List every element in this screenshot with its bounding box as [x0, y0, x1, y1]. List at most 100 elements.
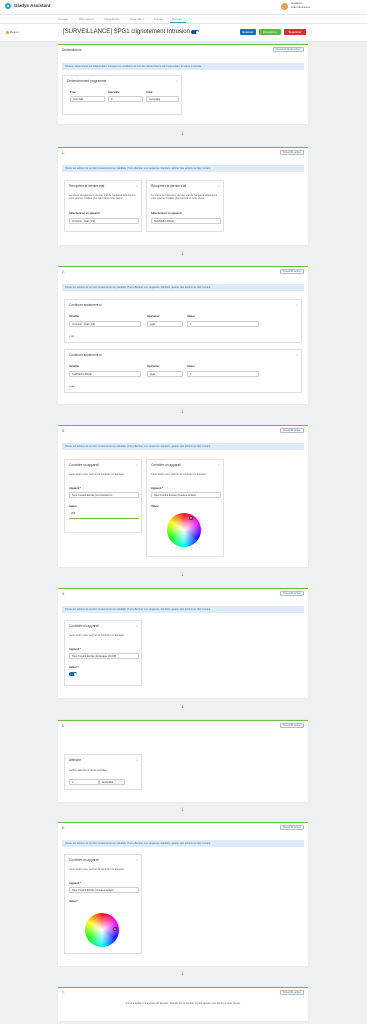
remove-icon[interactable]: × [136, 758, 138, 762]
add-action-button[interactable]: Nouvelle action [280, 150, 304, 155]
info-alert: Toutes les actions de ce bloc s'exécuter… [62, 284, 304, 291]
card-title: Récupérer le dernier état [151, 184, 187, 188]
card-description: Cette action vous permet de contrôler un… [69, 473, 125, 476]
duration-input[interactable]: 2 [69, 779, 99, 785]
operator-select[interactable]: égal [147, 321, 183, 327]
action-card: Récupérer le dernier état × La scène réc… [146, 180, 224, 232]
device-select[interactable]: Spot Couloir Entrée (Couleur éclaira [151, 492, 221, 498]
scene-active-toggle[interactable] [191, 30, 199, 34]
arrow-down-icon: ↓ [181, 572, 184, 578]
color-picker-handle[interactable] [189, 516, 193, 520]
block-title: 6. [62, 826, 65, 830]
card-title: Déclenchement programmé [67, 79, 107, 83]
card-description: La Box attendra la durée spécifiée [69, 769, 107, 772]
interval-label: Intervalle [108, 91, 120, 94]
add-or-button[interactable]: + ou [69, 335, 74, 338]
variable-select[interactable]: SURVEILLANCE [69, 371, 141, 377]
user-menu[interactable]: Gu2karo Administrateur [291, 1, 310, 9]
remove-icon[interactable]: × [218, 184, 220, 188]
add-trigger-button[interactable]: Nouveau déclencheur [272, 47, 304, 52]
active-tab-indicator [170, 22, 186, 23]
device-select[interactable]: Spot Couloir Entrée (Luminosité tot [69, 492, 139, 498]
unit-select[interactable]: secondes [146, 96, 179, 102]
info-alert: Toutes les actions de ce bloc s'exécuter… [62, 443, 304, 450]
color-wheel[interactable] [167, 513, 201, 547]
device-control-card: Contrôler un appareil × Cette action vou… [64, 620, 142, 686]
block-title: 3. [62, 429, 65, 433]
remove-icon[interactable]: × [218, 463, 220, 467]
delete-button[interactable]: Supprimer [284, 29, 306, 35]
card-title: Contrôler un appareil [69, 463, 99, 467]
add-action-button[interactable]: Nouvelle action [280, 269, 304, 274]
scene-header: Retour [SURVEILLANCE] SPG1 clignotement … [0, 24, 367, 42]
value-label: Valeur * [69, 900, 79, 903]
type-select[interactable]: Intervalle [70, 96, 105, 102]
panel-title: Déclencheurs [62, 48, 82, 52]
device-select[interactable]: Spot Couloir Entrée (Couleur éclaira [69, 887, 139, 893]
condition-card: Continuer seulement si × Variable Intrus… [64, 299, 302, 343]
tab-discussion[interactable]: Discussion [79, 17, 94, 21]
empty-block-message: Aucune action n'a encore été ajoutée. Cl… [125, 1002, 241, 1005]
remove-icon[interactable]: × [296, 303, 298, 307]
variable-select[interactable]: Intrusion - État (1/3) [69, 321, 141, 327]
brightness-slider[interactable] [69, 518, 139, 519]
remove-icon[interactable]: × [296, 353, 298, 357]
color-picker-handle[interactable] [113, 927, 117, 931]
device-select[interactable]: Spot Couloir Entrée (Éclairage On/Off) [69, 653, 139, 659]
remove-icon[interactable]: × [136, 624, 138, 628]
interval-input[interactable]: 3 [108, 96, 143, 102]
save-button[interactable]: Enregistrer [259, 29, 281, 35]
add-action-button[interactable]: Nouvelle action [280, 428, 304, 433]
action-block-4: 4. Nouvelle action Toutes les actions de… [58, 588, 308, 698]
duration-unit: secondes [99, 779, 125, 785]
brightness-value[interactable]: 254 [69, 511, 139, 517]
add-or-button[interactable]: + ou [69, 385, 74, 388]
operator-select[interactable]: égal [147, 371, 183, 377]
card-title: Contrôler un appareil [69, 858, 99, 862]
value-input[interactable]: 1 [187, 371, 259, 377]
gladys-logo-icon [5, 3, 11, 9]
remove-icon[interactable]: × [136, 858, 138, 862]
app-name: Gladys Assistant [14, 3, 51, 8]
on-off-toggle[interactable] [69, 672, 77, 676]
arrow-down-icon: ↓ [181, 251, 184, 257]
unit-label: Unité [146, 91, 153, 94]
remove-icon[interactable]: × [136, 463, 138, 467]
value-input[interactable]: 1 [187, 321, 259, 327]
add-action-button[interactable]: Nouvelle action [280, 825, 304, 830]
device-select[interactable]: SURVEILLANCE [151, 218, 221, 224]
tab-calendar[interactable]: Calendrier [130, 17, 144, 21]
action-block-3: 3. Nouvelle action Toutes les actions de… [58, 425, 308, 567]
info-alert: Toutes les actions de ce bloc s'exécuter… [62, 165, 304, 172]
execute-button[interactable]: Exécuter [240, 29, 256, 35]
card-description: La scène récupérera le dernier état de l… [69, 194, 137, 201]
device-select[interactable]: Intrusion - État (1/3) [69, 218, 139, 224]
tab-home[interactable]: Accueil [58, 17, 68, 21]
tab-integrations[interactable]: Intégrations [104, 17, 120, 21]
add-action-button[interactable]: Nouvelle action [280, 591, 304, 596]
value-label: Valeur [69, 505, 77, 508]
avatar[interactable] [281, 3, 288, 10]
tab-rooms[interactable]: Pièces [154, 17, 163, 21]
type-label: Type [70, 91, 76, 94]
trigger-card: Déclenchement programmé × Type Intervall… [62, 75, 182, 115]
block-title: 4. [62, 592, 65, 596]
device-label: Appareil * [69, 487, 82, 490]
device-label: Appareil * [69, 648, 82, 651]
card-description: Cette action vous permet de contrôler un… [69, 634, 125, 637]
action-block-2: 2. Nouvelle action Toutes les actions de… [58, 266, 308, 404]
remove-icon[interactable]: × [136, 184, 138, 188]
info-alert: Toutes les actions de ce bloc s'exécuter… [62, 606, 304, 613]
tab-scenes[interactable]: Scènes [172, 17, 182, 21]
action-block-7: 7. Nouvelle action Aucune action n'a enc… [58, 987, 308, 1021]
operator-label: Opérateur [147, 315, 160, 318]
triggers-panel: Déclencheurs Nouveau déclencheur Chaque … [58, 44, 308, 124]
remove-icon[interactable]: × [176, 79, 178, 83]
add-action-button[interactable]: Nouvelle action [280, 723, 304, 728]
arrow-down-icon: ↓ [181, 971, 184, 977]
add-action-button[interactable]: Nouvelle action [280, 990, 304, 995]
back-label: Retour [10, 30, 20, 34]
action-block-6: 6. Nouvelle action Toutes les actions de… [58, 822, 308, 966]
back-button[interactable]: Retour [6, 30, 19, 34]
card-description: La scène récupérera le dernier état de l… [151, 194, 219, 201]
